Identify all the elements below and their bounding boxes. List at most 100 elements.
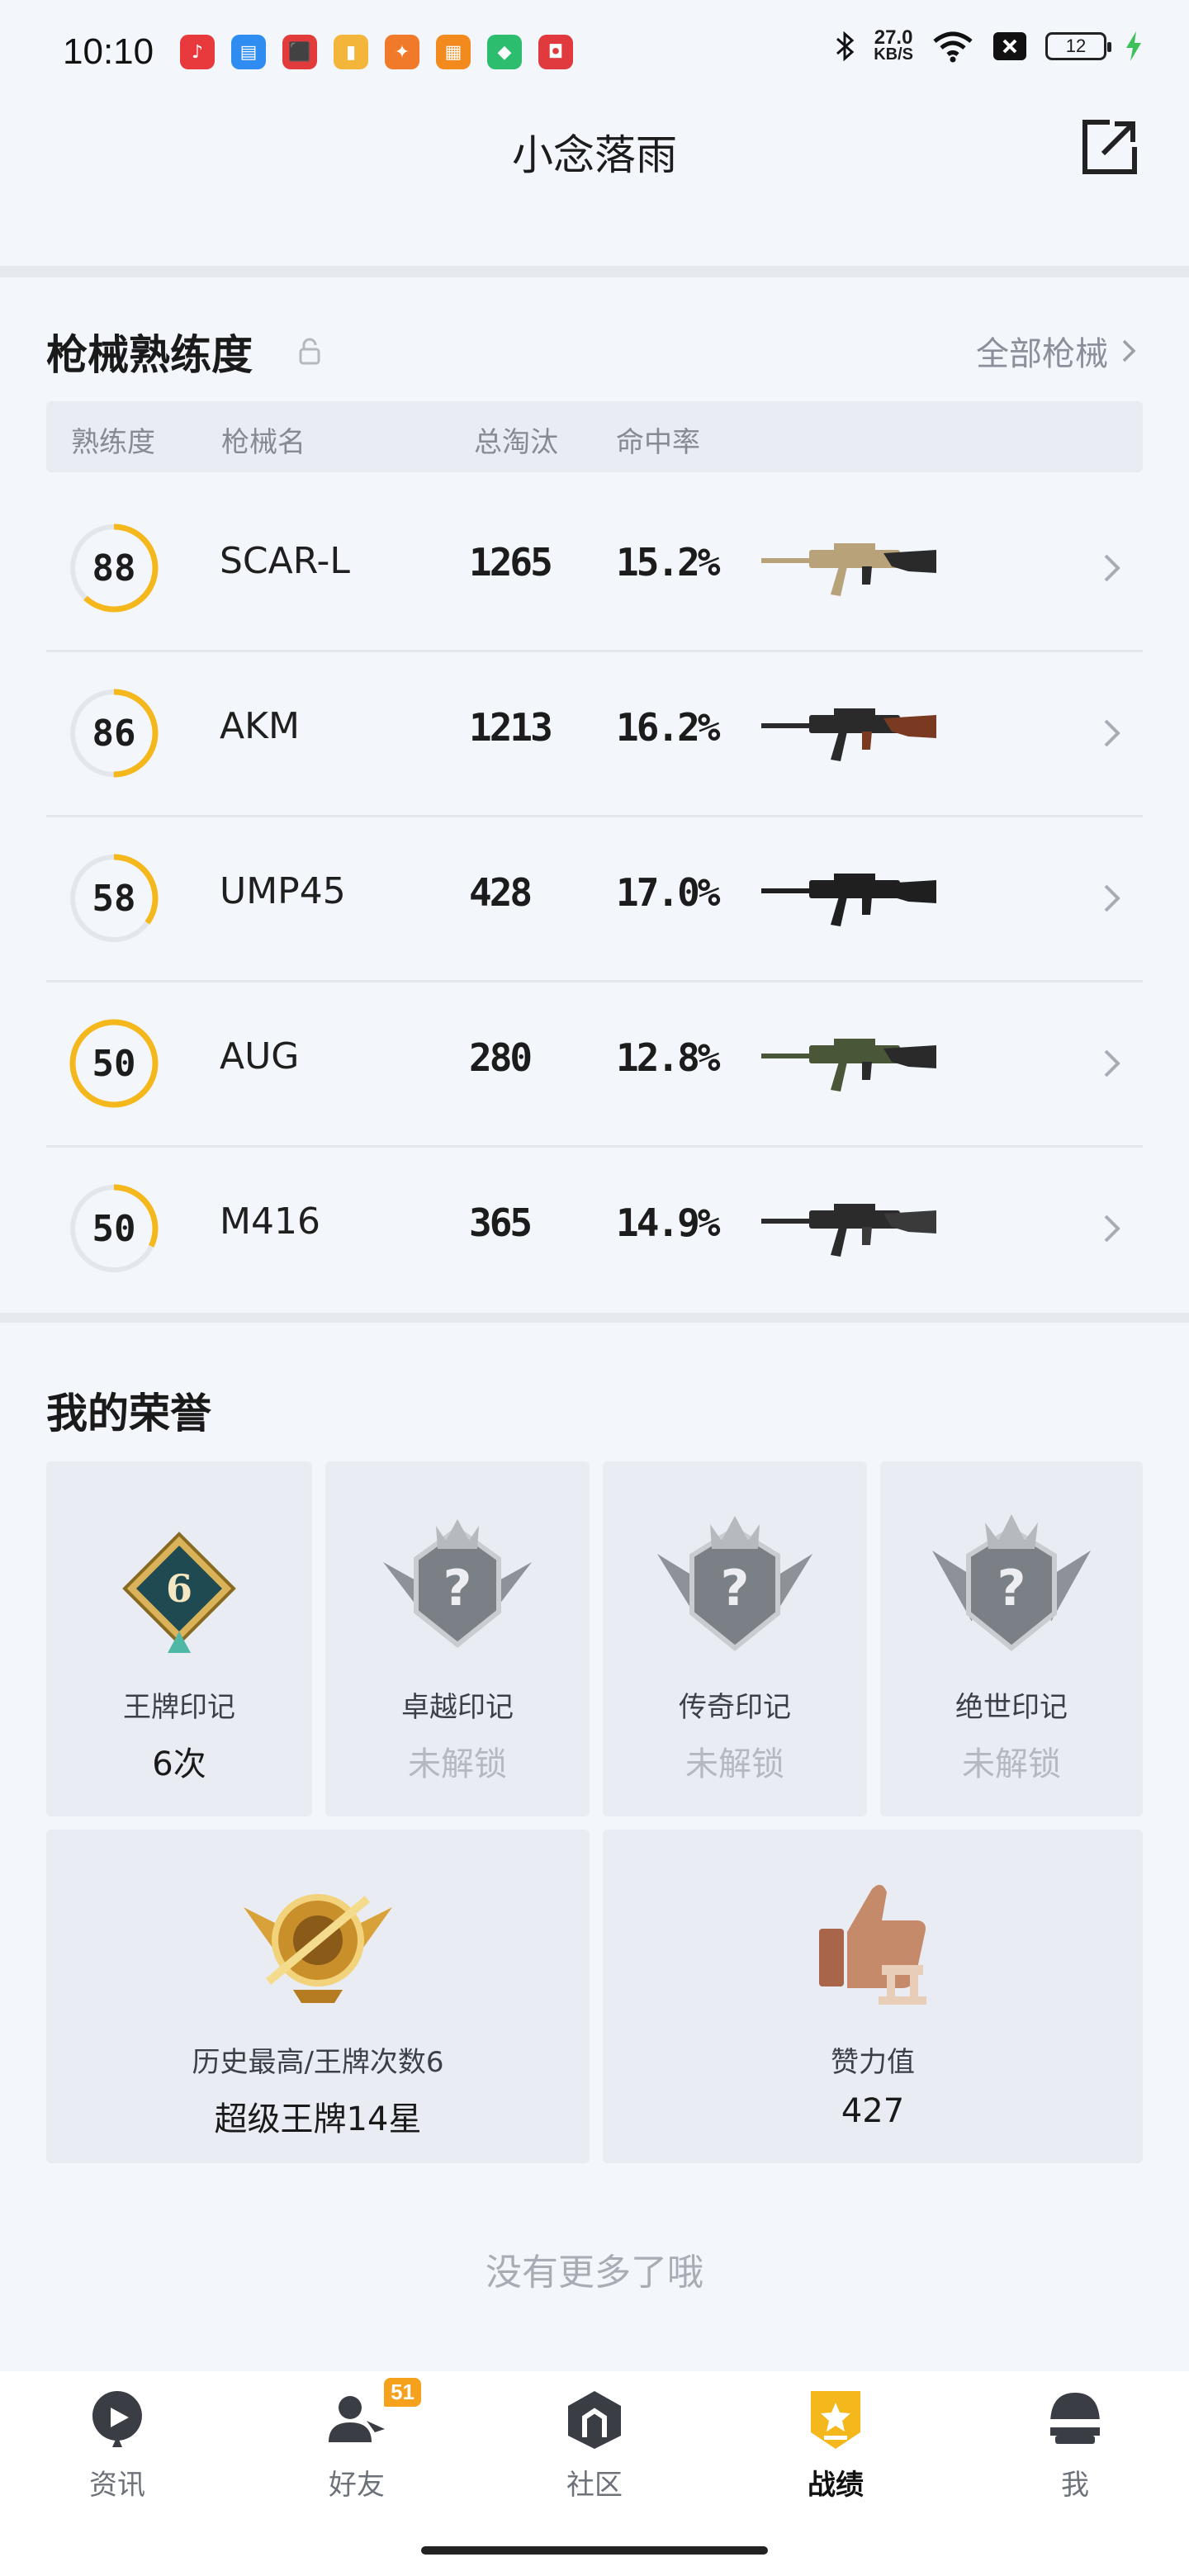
weapon-kills: 280 [469,1035,533,1080]
section-divider [0,266,1189,277]
nav-item-me[interactable]: 我 [992,2388,1158,2503]
weapon-accuracy: 17.0% [616,870,720,915]
nav-item-news[interactable]: 资讯 [35,2388,200,2503]
chevron-right-icon [1104,1049,1120,1077]
weapon-accuracy: 12.8% [616,1035,720,1080]
no-more-text: 没有更多了哦 [486,2252,703,2294]
community-icon [568,2391,621,2449]
weapon-kills: 1265 [469,540,553,585]
weapons-table-header: 熟练度 枪械名 总淘汰 命中率 [46,401,1143,472]
honor-value: 未解锁 [962,1745,1061,1783]
column-proficiency: 熟练度 [71,426,155,459]
honor-value: 未解锁 [685,1745,784,1783]
lock-icon[interactable] [297,337,322,365]
status-bar: 10:10 ♪ ▤ ⬛ ▮ ✦ ▦ ◆ ◘ 27.0 KB/S 12 [0,0,1189,107]
section-divider [0,1313,1189,1323]
proficiency-value: 50 [92,1207,136,1250]
m416-rifle-image [761,1204,936,1257]
column-accuracy: 命中率 [616,426,700,459]
news-icon [92,2391,142,2447]
aug-rifle-image [761,1039,936,1091]
game-app-icon: ✦ [385,35,419,69]
weapon-kills: 428 [469,870,533,915]
weapon-kills: 365 [469,1200,533,1245]
battery-indicator: 12 [1045,32,1111,60]
weapon-row[interactable]: 50 AUG 280 12.8% [46,983,1143,1148]
svg-text:6: 6 [166,1566,192,1611]
weapon-name: SCAR-L [220,540,350,582]
scar-l-rifle-image [761,543,936,596]
shop-app-icon: ⬛ [282,35,317,69]
honor-card-excellent[interactable]: ? 卓越印记 未解锁 [325,1461,590,1816]
weapon-accuracy: 14.9% [616,1200,720,1245]
nav-item-record[interactable]: 战绩 [753,2388,918,2503]
notes-app-icon: ▮ [334,35,368,69]
honor-label: 传奇印记 [679,1691,791,1724]
honors-section-title: 我的荣誉 [46,1390,211,1437]
record-icon [811,2391,860,2449]
weapon-row[interactable]: 88 SCAR-L 1265 15.2% [46,487,1143,652]
home-indicator[interactable] [421,2546,768,2555]
nav-item-friends[interactable]: 51 好友 [274,2378,439,2503]
bluetooth-icon [836,31,855,62]
honor-label: 赞力值 [831,2046,915,2079]
weapon-row[interactable]: 58 UMP45 428 17.0% [46,817,1143,983]
weapon-row[interactable]: 86 AKM 1213 16.2% [46,652,1143,817]
honor-value: 6次 [152,1745,206,1783]
weapon-name: UMP45 [220,870,346,912]
honor-label: 绝世印记 [955,1691,1068,1724]
weapon-name: AKM [220,705,300,747]
honor-card-ace[interactable]: 6 王牌印记 6次 [46,1461,312,1816]
notification-app-icons: ♪ ▤ ⬛ ▮ ✦ ▦ ◆ ◘ [180,35,573,69]
honor-card-likes[interactable]: 赞力值 427 [603,1830,1143,2163]
chevron-right-icon [1104,719,1120,747]
friends-icon [329,2396,385,2442]
weapon-row[interactable]: 50 M416 365 14.9% [46,1148,1143,1313]
weapon-name: AUG [220,1035,300,1077]
akm-rifle-image [761,708,936,761]
weapon-name: M416 [220,1200,320,1243]
rank-badge-icon [244,1894,392,2003]
proficiency-value: 86 [92,712,136,755]
profile-helmet-icon [1050,2393,1100,2444]
page-header: 小念落雨 [0,107,1189,264]
weapon-accuracy: 16.2% [616,705,720,750]
svg-text:?: ? [721,1560,750,1617]
column-total-kills: 总淘汰 [474,426,558,459]
page-title: 小念落雨 [512,131,677,179]
share-icon[interactable] [1078,116,1141,178]
honor-card-legend[interactable]: ? 传奇印记 未解锁 [603,1461,867,1816]
proficiency-value: 88 [92,547,136,590]
video-app-icon: ▦ [436,35,471,69]
honor-value: 未解锁 [408,1745,507,1783]
column-weapon-name: 枪械名 [221,426,306,459]
status-time: 10:10 [63,31,154,72]
ace-mark-icon: 6 [122,1532,236,1653]
nav-item-community[interactable]: 社区 [512,2388,677,2503]
honor-value: 427 [841,2092,905,2130]
chevron-right-icon [1104,884,1120,912]
charging-icon [1126,31,1141,61]
honor-label: 卓越印记 [401,1691,514,1724]
honor-card-highest-rank[interactable]: 历史最高/王牌次数6 超级王牌14星 [46,1830,590,2163]
honor-value: 超级王牌14星 [214,2100,422,2138]
chevron-right-icon [1104,554,1120,582]
chevron-right-icon [1104,1215,1120,1243]
svg-text:?: ? [443,1560,472,1617]
locked-mark-icon: ? [657,1516,812,1651]
chevron-right-icon [1122,339,1136,362]
weapon-accuracy: 15.2% [616,540,720,585]
wifi-icon [933,31,973,63]
all-weapons-link[interactable]: 全部枪械 [976,327,1136,375]
svg-text:?: ? [997,1560,1026,1617]
honor-label: 历史最高/王牌次数6 [192,2046,444,2079]
security-app-icon: ◆ [487,35,522,69]
store-app-icon: ◘ [538,35,573,69]
honor-card-peerless[interactable]: ? 绝世印记 未解锁 [880,1461,1143,1816]
weapon-kills: 1213 [469,705,553,750]
locked-mark-icon: ? [932,1514,1091,1651]
honor-label: 王牌印记 [123,1691,235,1724]
thumbs-up-icon [819,1884,926,2005]
files-app-icon: ▤ [231,35,266,69]
network-speed: 27.0 KB/S [874,26,913,64]
